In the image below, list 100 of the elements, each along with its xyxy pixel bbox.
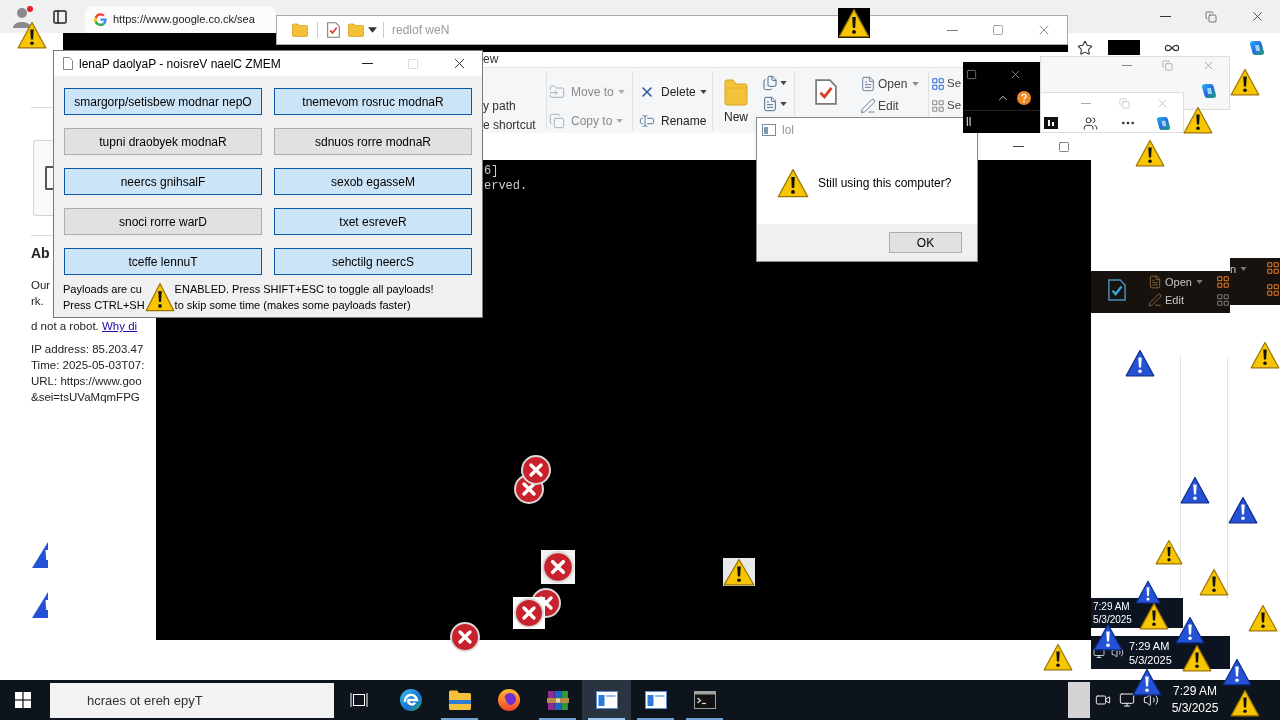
logo-icon[interactable] (1156, 115, 1171, 131)
warning-icon (144, 282, 175, 312)
running-indicator (441, 718, 478, 720)
clock-date: 5/3/2025 (1093, 613, 1132, 626)
monitor-icon[interactable] (1117, 692, 1137, 708)
payload-button[interactable]: sdnuos rorre modnaR (274, 128, 472, 155)
minimize-icon (1081, 103, 1091, 104)
ribbon-button[interactable]: n (1230, 261, 1248, 277)
maximize-icon[interactable] (966, 68, 977, 80)
running-indicator (637, 718, 674, 720)
link[interactable]: Why di (102, 320, 138, 332)
terminal-icon (693, 691, 716, 709)
ribbon-button[interactable]: Se (931, 75, 962, 93)
minimize-icon (1013, 146, 1024, 147)
document-check-icon (1108, 279, 1126, 301)
ribbon-button[interactable]: e shortcut (483, 117, 536, 133)
camera-icon[interactable] (1093, 692, 1113, 708)
ribbon-button[interactable]: Rename (639, 112, 707, 130)
payload-button[interactable]: tceffe lennuT (64, 248, 262, 275)
warning-icon (1248, 604, 1278, 632)
text-cursor-icon (639, 113, 655, 129)
start-icon (15, 692, 31, 708)
browser-icon (398, 688, 423, 712)
clock-date: 5/3/2025 (1129, 652, 1172, 667)
document-icon (1148, 275, 1162, 289)
detail-text: IP address: 85.203.47 (31, 342, 144, 357)
running-indicator (588, 718, 625, 720)
books-icon (545, 688, 570, 712)
ribbon-button[interactable]: Delete (639, 83, 707, 101)
ok-button[interactable]: OK (889, 232, 962, 253)
ribbon-button[interactable]: Edit (1148, 291, 1203, 309)
warning-icon (723, 558, 755, 586)
clock[interactable]: 7:29 AM 5/3/2025 (1166, 683, 1224, 717)
ribbon-button[interactable]: y path (483, 98, 516, 114)
help-icon[interactable] (1017, 91, 1031, 105)
ribbon-button[interactable]: Open (1148, 273, 1203, 291)
minimize-icon (1159, 16, 1171, 17)
logo-icon[interactable] (1249, 39, 1265, 56)
task-view-icon (350, 692, 368, 708)
inverted-warning-icon (32, 542, 48, 568)
warning-icon (1230, 68, 1260, 96)
ribbon-button[interactable]: Open (860, 75, 920, 93)
warning-icon (1155, 539, 1183, 565)
maximize-icon (1057, 140, 1070, 153)
grid-icon (1266, 261, 1280, 275)
search-field[interactable]: hcraes ot ereh epyT (50, 682, 334, 718)
app-icon (762, 123, 776, 136)
ribbon-button[interactable]: Se (931, 97, 962, 115)
speaker-icon[interactable] (1141, 692, 1161, 708)
detail-text: Time: 2025-05-03T07: (31, 358, 145, 373)
glitch-block (1108, 40, 1140, 55)
error-icon (449, 621, 481, 653)
warning-icon (17, 21, 47, 49)
ribbon-button[interactable]: Edit (860, 97, 899, 115)
payload-button[interactable]: txet esreveR (274, 208, 472, 235)
ribbon-tab[interactable]: ew (483, 52, 499, 66)
restore-icon (1162, 59, 1173, 71)
notice-text: d not a robot. Why di (31, 319, 138, 334)
tab-actions-icon[interactable] (52, 8, 68, 25)
grid-icon (1216, 293, 1230, 307)
payload-button[interactable]: sexob egasseM (274, 168, 472, 195)
grid-icon (1266, 283, 1280, 297)
payload-button[interactable]: snoci rorre warD (64, 208, 262, 235)
payload-button[interactable]: smargorp/setisbew modnar nepO (64, 88, 262, 115)
monitor-icon[interactable] (1093, 646, 1105, 659)
people-icon[interactable] (1083, 115, 1098, 131)
running-indicator (686, 718, 723, 720)
document-icon (762, 96, 778, 112)
document-icon (860, 76, 876, 92)
running-indicator (539, 718, 576, 720)
copy-icon (549, 113, 565, 129)
ribbon-button[interactable] (762, 96, 787, 112)
payload-button[interactable]: sehctilg neercS (274, 248, 472, 275)
ribbon-button[interactable]: New (713, 68, 759, 133)
document-check-icon (327, 22, 340, 38)
ribbon-button[interactable] (1108, 279, 1126, 301)
warning-icon (1043, 643, 1073, 671)
ribbon-button[interactable] (815, 79, 837, 105)
console-text: erved. (484, 179, 528, 194)
warning-icon (1135, 139, 1165, 167)
profile-icon[interactable] (10, 4, 34, 29)
logo-icon[interactable] (1201, 83, 1217, 99)
pen-icon (860, 98, 876, 114)
payload-button[interactable]: neercs gnihsalF (64, 168, 262, 195)
document-check-icon (815, 79, 837, 105)
window-icon (644, 691, 667, 709)
payload-button[interactable]: tupni draobyek modnaR (64, 128, 262, 155)
taskbar-app-button[interactable] (582, 680, 631, 720)
status-text: Payloads are cu (63, 282, 143, 297)
warning-icon (1230, 689, 1260, 717)
maximize-icon (992, 24, 1004, 36)
star-icon[interactable] (1077, 39, 1093, 56)
payload-button[interactable]: tnemevom rosruc modnaR (274, 88, 472, 115)
browser-tab[interactable]: https://www.google.co.ck/sea (85, 6, 276, 33)
minimize-icon (1121, 64, 1132, 66)
inverted-warning-icon (1125, 349, 1155, 377)
tile-icon[interactable] (1044, 117, 1058, 129)
speaker-icon[interactable] (1111, 646, 1124, 659)
ribbon-button[interactable] (762, 75, 787, 91)
grid-icon (931, 99, 945, 113)
